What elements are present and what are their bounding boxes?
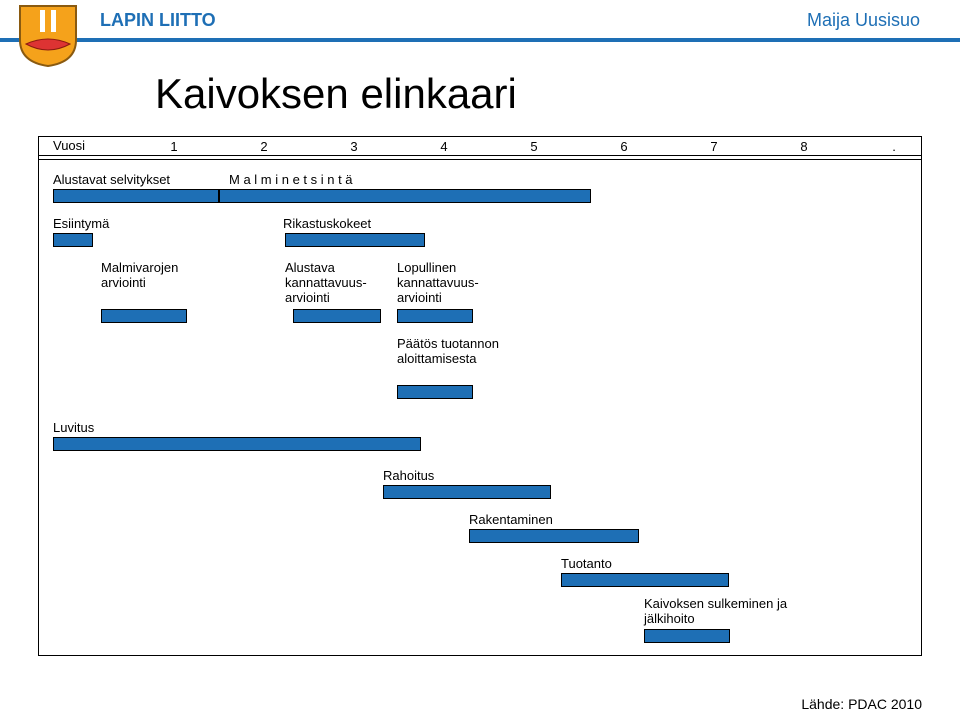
bar-rahoitus (383, 485, 551, 499)
label-paatos: Päätös tuotannon aloittamisesta (397, 337, 517, 367)
label-malmivarat-text: Malmivarojen arviointi (101, 260, 178, 290)
label-alustava-kann: Alustava kannattavuus-arviointi (285, 261, 395, 306)
label-lopullinen: Lopullinen kannattavuus-arviointi (397, 261, 507, 306)
bar-alustava-kann (293, 309, 381, 323)
label-alustavat: Alustavat selvitykset (53, 173, 170, 188)
author-text: Maija Uusisuo (807, 10, 920, 31)
bar-sulkeminen (644, 629, 730, 643)
bar-luvitus (53, 437, 421, 451)
lifecycle-chart: Vuosi 1 2 3 4 5 6 7 8 . Alustavat selvit… (38, 136, 922, 656)
bar-alustavat (53, 189, 219, 203)
bar-malminetsinta (219, 189, 591, 203)
label-lopullinen-text: Lopullinen kannattavuus-arviointi (397, 260, 479, 305)
label-esiintyma: Esiintymä (53, 217, 109, 232)
bar-tuotanto (561, 573, 729, 587)
year-tick-5: 5 (504, 139, 564, 154)
label-malmivarat: Malmivarojen arviointi (101, 261, 211, 291)
label-sulkeminen-text: Kaivoksen sulkeminen ja jälkihoito (644, 596, 787, 626)
year-tick-3: 3 (324, 139, 384, 154)
bar-rikastus (285, 233, 425, 247)
source-label: Lähde: PDAC 2010 (801, 696, 922, 712)
bar-malmivarat (101, 309, 187, 323)
top-bar: LAPIN LIITTO Maija Uusisuo (0, 0, 960, 42)
year-tick-6: 6 (594, 139, 654, 154)
bar-paatos (397, 385, 473, 399)
bar-esiintyma (53, 233, 93, 247)
year-tick-8: 8 (774, 139, 834, 154)
brand-text: LAPIN LIITTO (100, 10, 216, 31)
year-tick-1: 1 (144, 139, 204, 154)
label-rakentaminen: Rakentaminen (469, 513, 553, 528)
page-title: Kaivoksen elinkaari (155, 70, 960, 118)
axis-line (39, 159, 921, 160)
bar-lopullinen (397, 309, 473, 323)
year-axis-label: Vuosi (53, 139, 85, 154)
bar-rakentaminen (469, 529, 639, 543)
label-sulkeminen: Kaivoksen sulkeminen ja jälkihoito (644, 597, 804, 627)
label-paatos-text: Päätös tuotannon aloittamisesta (397, 336, 499, 366)
year-tick-7: 7 (684, 139, 744, 154)
label-tuotanto: Tuotanto (561, 557, 612, 572)
label-alustava-kann-text: Alustava kannattavuus-arviointi (285, 260, 367, 305)
label-rikastus: Rikastuskokeet (283, 217, 371, 232)
year-tick-2: 2 (234, 139, 294, 154)
year-tick-dot: . (864, 139, 924, 154)
crest-icon (18, 4, 78, 68)
label-luvitus: Luvitus (53, 421, 94, 436)
label-malminetsinta: M a l m i n e t s i n t ä (229, 173, 353, 188)
axis-line (39, 155, 921, 156)
label-rahoitus: Rahoitus (383, 469, 434, 484)
year-tick-4: 4 (414, 139, 474, 154)
